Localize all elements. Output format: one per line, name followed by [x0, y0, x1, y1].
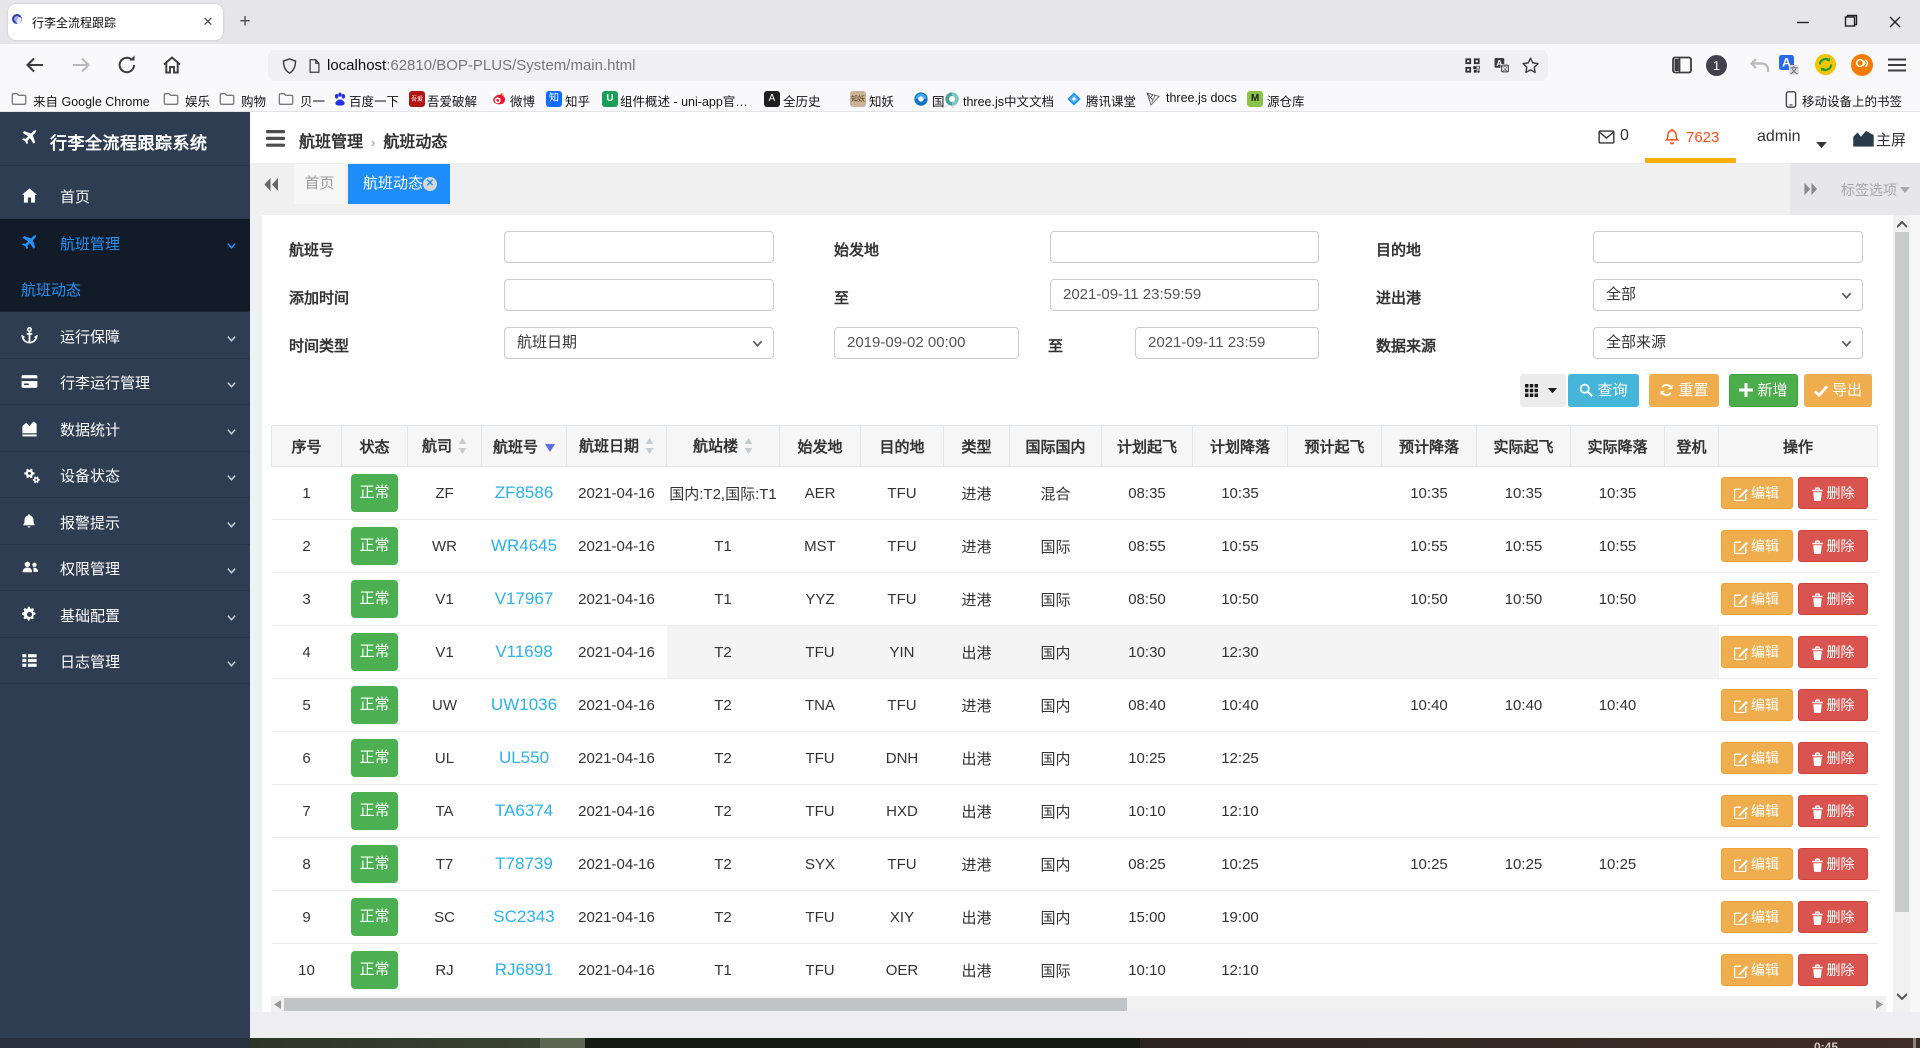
svg-text:文: 文: [1790, 65, 1798, 75]
